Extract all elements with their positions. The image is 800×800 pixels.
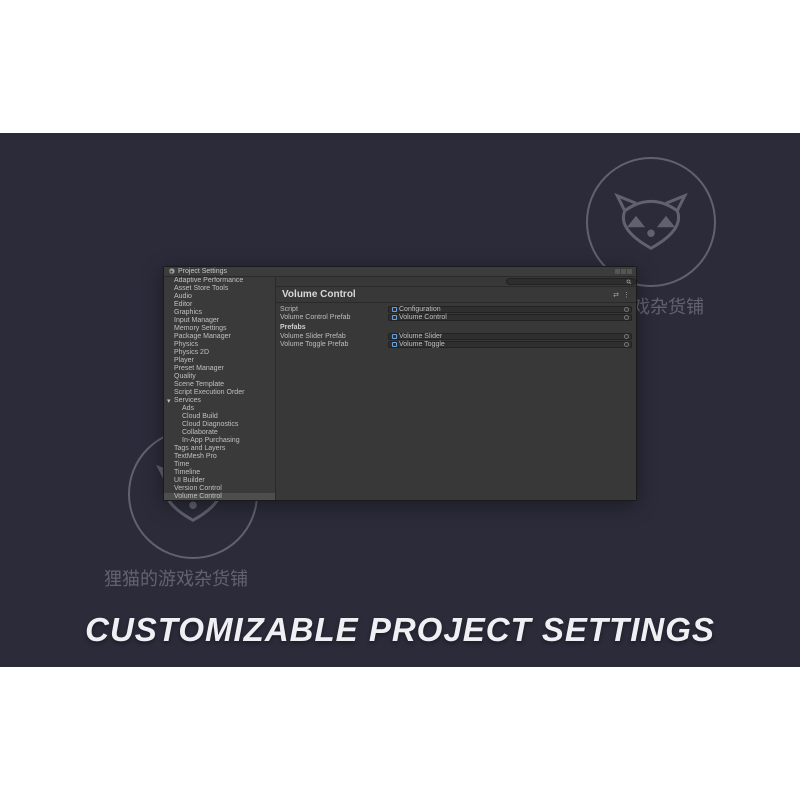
object-field-value: Configuration (399, 306, 441, 313)
sidebar-item[interactable]: Graphics (164, 309, 275, 317)
sidebar-item-label: Time (174, 461, 189, 468)
sidebar-item-label: Volume Control (174, 493, 222, 500)
sidebar-item-label: TextMesh Pro (174, 453, 217, 460)
sidebar-item-label: Scene Template (174, 381, 224, 388)
sidebar-item-label: Script Execution Order (174, 389, 244, 396)
sidebar-item-label: Adaptive Performance (174, 277, 243, 284)
settings-content: Volume Control ⇄ ⋮ ScriptConfigurationVo… (276, 277, 636, 500)
object-picker-icon[interactable] (624, 342, 629, 347)
sidebar-item[interactable]: ▾Services (164, 397, 275, 405)
object-icon (392, 307, 397, 312)
sidebar-item-label: UI Builder (174, 477, 205, 484)
sidebar-item[interactable]: Timeline (164, 469, 275, 477)
sidebar-item-label: Services (174, 397, 201, 404)
sidebar-item[interactable]: Scene Template (164, 381, 275, 389)
sidebar-item-label: Ads (182, 405, 194, 412)
object-picker-icon[interactable] (624, 315, 629, 320)
sidebar-item[interactable]: In-App Purchasing (164, 437, 275, 445)
object-field[interactable]: Volume Control (388, 314, 632, 321)
sidebar-item[interactable]: Package Manager (164, 333, 275, 341)
sidebar-item[interactable]: Adaptive Performance (164, 277, 275, 285)
sidebar-item[interactable]: Input Manager (164, 317, 275, 325)
sidebar-item-label: Editor (174, 301, 192, 308)
object-field-value: Volume Control (399, 314, 447, 321)
sidebar-item[interactable]: Cloud Diagnostics (164, 421, 275, 429)
sidebar-item[interactable]: Player (164, 357, 275, 365)
gear-icon (168, 268, 175, 275)
sidebar-item[interactable]: Volume Control (164, 493, 275, 500)
object-field[interactable]: Volume Toggle (388, 341, 632, 348)
object-field-value: Volume Toggle (399, 341, 445, 348)
sidebar-item-label: Input Manager (174, 317, 219, 324)
sidebar-item[interactable]: Collaborate (164, 429, 275, 437)
window-close-icon[interactable] (627, 269, 632, 274)
sidebar-item-label: Timeline (174, 469, 200, 476)
sidebar-item[interactable]: Editor (164, 301, 275, 309)
sidebar-item-label: Version Control (174, 485, 222, 492)
sidebar-item-label: Cloud Diagnostics (182, 421, 238, 428)
sidebar-item[interactable]: Script Execution Order (164, 389, 275, 397)
search-icon (626, 279, 632, 285)
sidebar-item-label: Tags and Layers (174, 445, 225, 452)
property-row: Volume Control Prefab Volume Control (280, 313, 632, 321)
sidebar-item-label: Preset Manager (174, 365, 224, 372)
window-title: Project Settings (178, 268, 227, 275)
panel-title: Volume Control (282, 289, 356, 300)
search-input[interactable] (506, 278, 636, 285)
sidebar-item-label: Physics 2D (174, 349, 209, 356)
sidebar-item[interactable]: Physics (164, 341, 275, 349)
window-titlebar[interactable]: Project Settings (164, 267, 636, 277)
property-label: Volume Toggle Prefab (280, 341, 388, 348)
sidebar-item-label: Graphics (174, 309, 202, 316)
object-field[interactable]: Configuration (388, 306, 632, 313)
marketing-caption: CUSTOMIZABLE PROJECT SETTINGS (0, 611, 800, 649)
sidebar-item[interactable]: TextMesh Pro (164, 453, 275, 461)
sidebar-item[interactable]: Asset Store Tools (164, 285, 275, 293)
chevron-down-icon: ▾ (167, 398, 172, 403)
project-settings-window: Project Settings Adaptive PerformanceAss… (163, 266, 637, 501)
sidebar-item-label: Quality (174, 373, 196, 380)
sidebar-item[interactable]: Tags and Layers (164, 445, 275, 453)
sidebar-item-label: Memory Settings (174, 325, 227, 332)
sidebar-item-label: Player (174, 357, 194, 364)
object-icon (392, 334, 397, 339)
property-row: Volume Toggle Prefab Volume Toggle (280, 340, 632, 348)
sidebar-item-label: Package Manager (174, 333, 231, 340)
property-label: Volume Slider Prefab (280, 333, 388, 340)
sidebar-item[interactable]: Ads (164, 405, 275, 413)
object-field-value: Volume Slider (399, 333, 442, 340)
object-picker-icon[interactable] (624, 334, 629, 339)
property-label: Volume Control Prefab (280, 314, 388, 321)
object-icon (392, 342, 397, 347)
object-icon (392, 315, 397, 320)
window-max-icon[interactable] (621, 269, 626, 274)
sidebar-item[interactable]: Quality (164, 373, 275, 381)
sidebar-item-label: Asset Store Tools (174, 285, 228, 292)
sidebar-item-label: Audio (174, 293, 192, 300)
sidebar-item-label: Physics (174, 341, 198, 348)
sidebar-item-label: In-App Purchasing (182, 437, 240, 444)
window-menu-icon[interactable] (615, 269, 620, 274)
sidebar-item[interactable]: Cloud Build (164, 413, 275, 421)
sidebar-item[interactable]: UI Builder (164, 477, 275, 485)
settings-sidebar[interactable]: Adaptive PerformanceAsset Store ToolsAud… (164, 277, 276, 500)
section-header: Prefabs (280, 324, 632, 332)
object-field[interactable]: Volume Slider (388, 333, 632, 340)
sidebar-item[interactable]: Memory Settings (164, 325, 275, 333)
object-picker-icon[interactable] (624, 307, 629, 312)
sidebar-item[interactable]: Version Control (164, 485, 275, 493)
property-row: Volume Slider Prefab Volume Slider (280, 332, 632, 340)
settings-menu-icon[interactable]: ⋮ (623, 291, 630, 299)
property-row: Script Configuration (280, 305, 632, 313)
sidebar-item[interactable]: Time (164, 461, 275, 469)
sidebar-item[interactable]: Audio (164, 293, 275, 301)
sidebar-item-label: Cloud Build (182, 413, 218, 420)
sidebar-item-label: Collaborate (182, 429, 218, 436)
property-label: Script (280, 306, 388, 313)
sidebar-item[interactable]: Physics 2D (164, 349, 275, 357)
sidebar-item[interactable]: Preset Manager (164, 365, 275, 373)
watermark-text: 狸猫的游戏杂货铺 (104, 565, 248, 591)
settings-preset-icon[interactable]: ⇄ (613, 291, 619, 299)
